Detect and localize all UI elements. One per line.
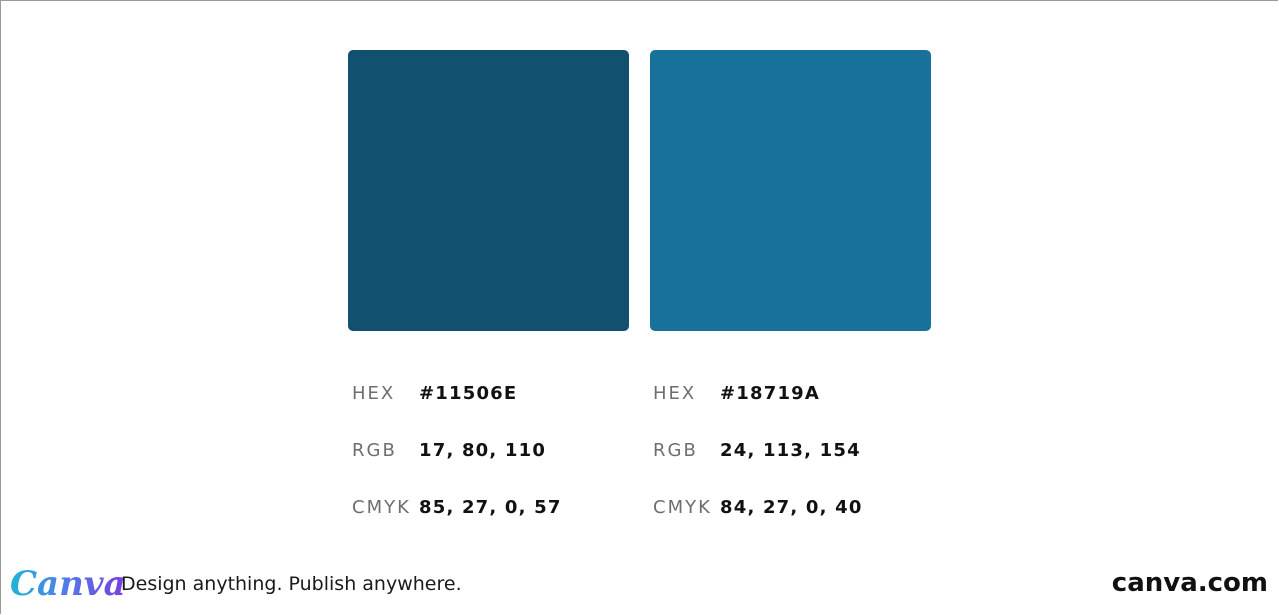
rgb-value: 24, 113, 154 xyxy=(720,440,861,461)
color-info-2: HEX #18719A RGB 24, 113, 154 CMYK 84, 27… xyxy=(653,380,943,551)
footer-domain: canva.com xyxy=(1111,568,1268,598)
color-swatch-2 xyxy=(650,50,931,331)
hex-value: #11506E xyxy=(419,383,518,404)
hex-row: HEX #11506E xyxy=(352,380,642,437)
rgb-label: RGB xyxy=(352,440,397,461)
hex-value: #18719A xyxy=(720,383,821,404)
cmyk-label: CMYK xyxy=(653,497,712,518)
rgb-label: RGB xyxy=(653,440,698,461)
hex-row: HEX #18719A xyxy=(653,380,943,437)
cmyk-label: CMYK xyxy=(352,497,411,518)
rgb-row: RGB 24, 113, 154 xyxy=(653,437,943,494)
footer-tagline: Design anything. Publish anywhere. xyxy=(121,573,462,595)
canva-logo: Canva xyxy=(10,564,126,604)
cmyk-row: CMYK 84, 27, 0, 40 xyxy=(653,494,943,551)
cmyk-row: CMYK 85, 27, 0, 57 xyxy=(352,494,642,551)
rgb-value: 17, 80, 110 xyxy=(419,440,547,461)
cmyk-value: 85, 27, 0, 57 xyxy=(419,497,562,518)
cmyk-value: 84, 27, 0, 40 xyxy=(720,497,863,518)
rgb-row: RGB 17, 80, 110 xyxy=(352,437,642,494)
color-info-1: HEX #11506E RGB 17, 80, 110 CMYK 85, 27,… xyxy=(352,380,642,551)
color-swatch-1 xyxy=(348,50,629,331)
hex-label: HEX xyxy=(352,383,396,404)
hex-label: HEX xyxy=(653,383,697,404)
